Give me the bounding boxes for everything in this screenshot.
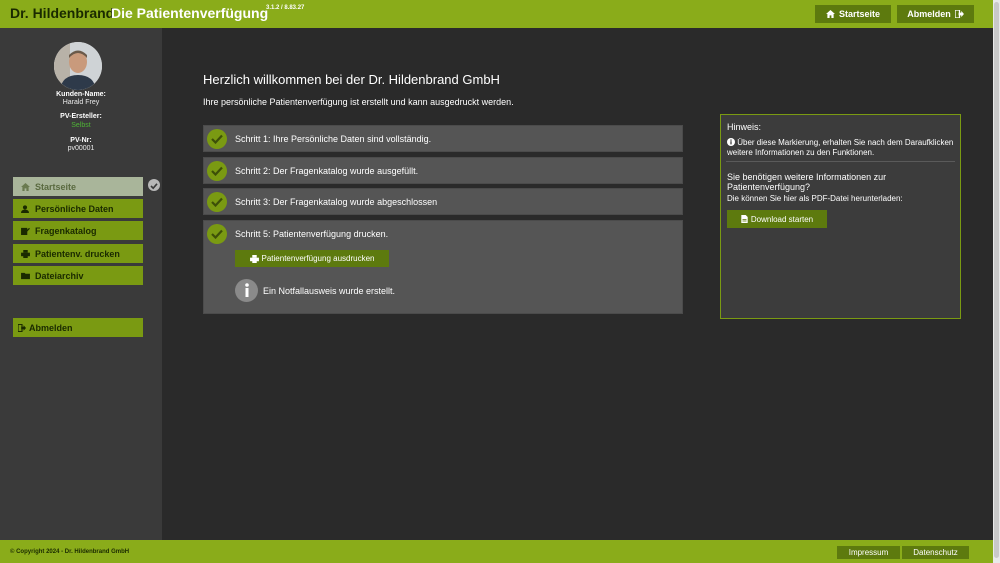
hint-pdf-note: Die können Sie hier als PDF-Datei herunt… [727, 194, 903, 203]
sidebar-item-label: Dateiarchiv [35, 270, 84, 281]
top-header: Dr. Hildenbrand Die Patientenverfügung 3… [0, 0, 993, 28]
user-icon [15, 204, 35, 213]
sidebar-item-startseite[interactable]: Startseite [13, 177, 143, 196]
step-label: Schritt 2: Der Fragenkatalog wurde ausge… [235, 166, 419, 176]
header-logout-button[interactable]: Abmelden [897, 5, 974, 23]
sidebar-item-label: Persönliche Daten [35, 203, 114, 214]
impressum-button[interactable]: Impressum [837, 546, 900, 559]
home-icon [826, 10, 835, 18]
sidebar: Kunden-Name: Harald Frey PV-Ersteller: S… [0, 28, 162, 540]
pv-number-value: pv00001 [67, 145, 95, 152]
app-title: Die Patientenverfügung [111, 5, 269, 21]
footer: © Copyright 2024 - Dr. Hildenbrand GmbH … [0, 540, 993, 563]
pv-creator-value: Selbst [71, 122, 91, 129]
hint-more-info: Sie benötigen weitere Informationen zur … [727, 172, 887, 192]
check-icon [207, 224, 227, 244]
check-icon [207, 129, 227, 149]
copyright-text: © Copyright 2024 - Dr. Hildenbrand GmbH [10, 549, 130, 555]
active-check-icon [148, 179, 160, 191]
divider [726, 161, 955, 162]
header-home-button[interactable]: Startseite [815, 5, 891, 23]
hint-panel: Hinweis: Über diese Markierung, erhalten… [720, 114, 961, 319]
customer-name-value: Harald Frey [62, 99, 100, 106]
hint-note-text: Über diese Markierung, erhalten Sie nach… [727, 138, 954, 157]
print-patientenverfuegung-button[interactable]: Patientenverfügung ausdrucken [235, 250, 389, 267]
page-scrollbar[interactable] [993, 0, 1000, 563]
hint-note: Über diese Markierung, erhalten Sie nach… [727, 138, 957, 158]
sidebar-item-patientenv-drucken[interactable]: Patientenv. drucken [13, 244, 143, 263]
edit-icon [15, 227, 35, 235]
welcome-heading: Herzlich willkommen bei der Dr. Hildenbr… [203, 72, 500, 87]
hint-heading: Hinweis: [727, 122, 762, 132]
info-icon[interactable] [235, 279, 258, 302]
sidebar-item-label: Patientenv. drucken [35, 248, 120, 259]
sidebar-logout-button[interactable]: Abmelden [13, 318, 143, 337]
download-button-label: Download starten [750, 214, 814, 224]
brand-name: Dr. Hildenbrand [10, 5, 115, 21]
header-home-label: Startseite [838, 9, 881, 19]
version-label: 3.1.2 / 8.83.27 [266, 5, 305, 11]
home-icon [15, 182, 35, 191]
print-button-label: Patientenverfügung ausdrucken [261, 254, 375, 263]
step-item: Schritt 3: Der Fragenkatalog wurde abges… [203, 188, 683, 215]
step-item: Schritt 5: Patientenverfügung drucken. P… [203, 220, 683, 314]
download-button[interactable]: Download starten [727, 210, 827, 228]
logout-icon [954, 10, 964, 18]
welcome-subtitle: Ihre persönliche Patientenverfügung ist … [203, 97, 514, 107]
step-label: Schritt 5: Patientenverfügung drucken. [235, 229, 389, 239]
pv-number-label: PV-Nr: [70, 137, 92, 144]
pv-creator-label: PV-Ersteller: [60, 113, 102, 120]
sidebar-item-dateiarchiv[interactable]: Dateiarchiv [13, 266, 143, 285]
check-icon [207, 161, 227, 181]
step-item: Schritt 1: Ihre Persönliche Daten sind v… [203, 125, 683, 152]
print-icon [15, 249, 35, 258]
datenschutz-button[interactable]: Datenschutz [902, 546, 969, 559]
step-label: Schritt 1: Ihre Persönliche Daten sind v… [235, 134, 432, 144]
notfallausweis-text: Ein Notfallausweis wurde erstellt. [263, 286, 396, 296]
print-icon [249, 254, 259, 263]
step-item: Schritt 2: Der Fragenkatalog wurde ausge… [203, 157, 683, 184]
info-icon [727, 138, 735, 146]
sidebar-logout-label: Abmelden [29, 322, 73, 333]
sidebar-item-persoenliche-daten[interactable]: Persönliche Daten [13, 199, 143, 218]
sidebar-item-fragenkatalog[interactable]: Fragenkatalog [13, 221, 143, 240]
header-logout-label: Abmelden [907, 9, 951, 19]
logout-icon [18, 323, 26, 332]
folder-icon [15, 272, 35, 280]
customer-name-label: Kunden-Name: [56, 91, 106, 98]
avatar [54, 42, 102, 90]
sidebar-item-label: Fragenkatalog [35, 225, 97, 236]
file-pdf-icon [741, 215, 748, 223]
sidebar-item-label: Startseite [35, 181, 77, 192]
scrollbar-thumb[interactable] [994, 2, 999, 558]
check-icon [207, 192, 227, 212]
step-label: Schritt 3: Der Fragenkatalog wurde abges… [235, 197, 438, 207]
